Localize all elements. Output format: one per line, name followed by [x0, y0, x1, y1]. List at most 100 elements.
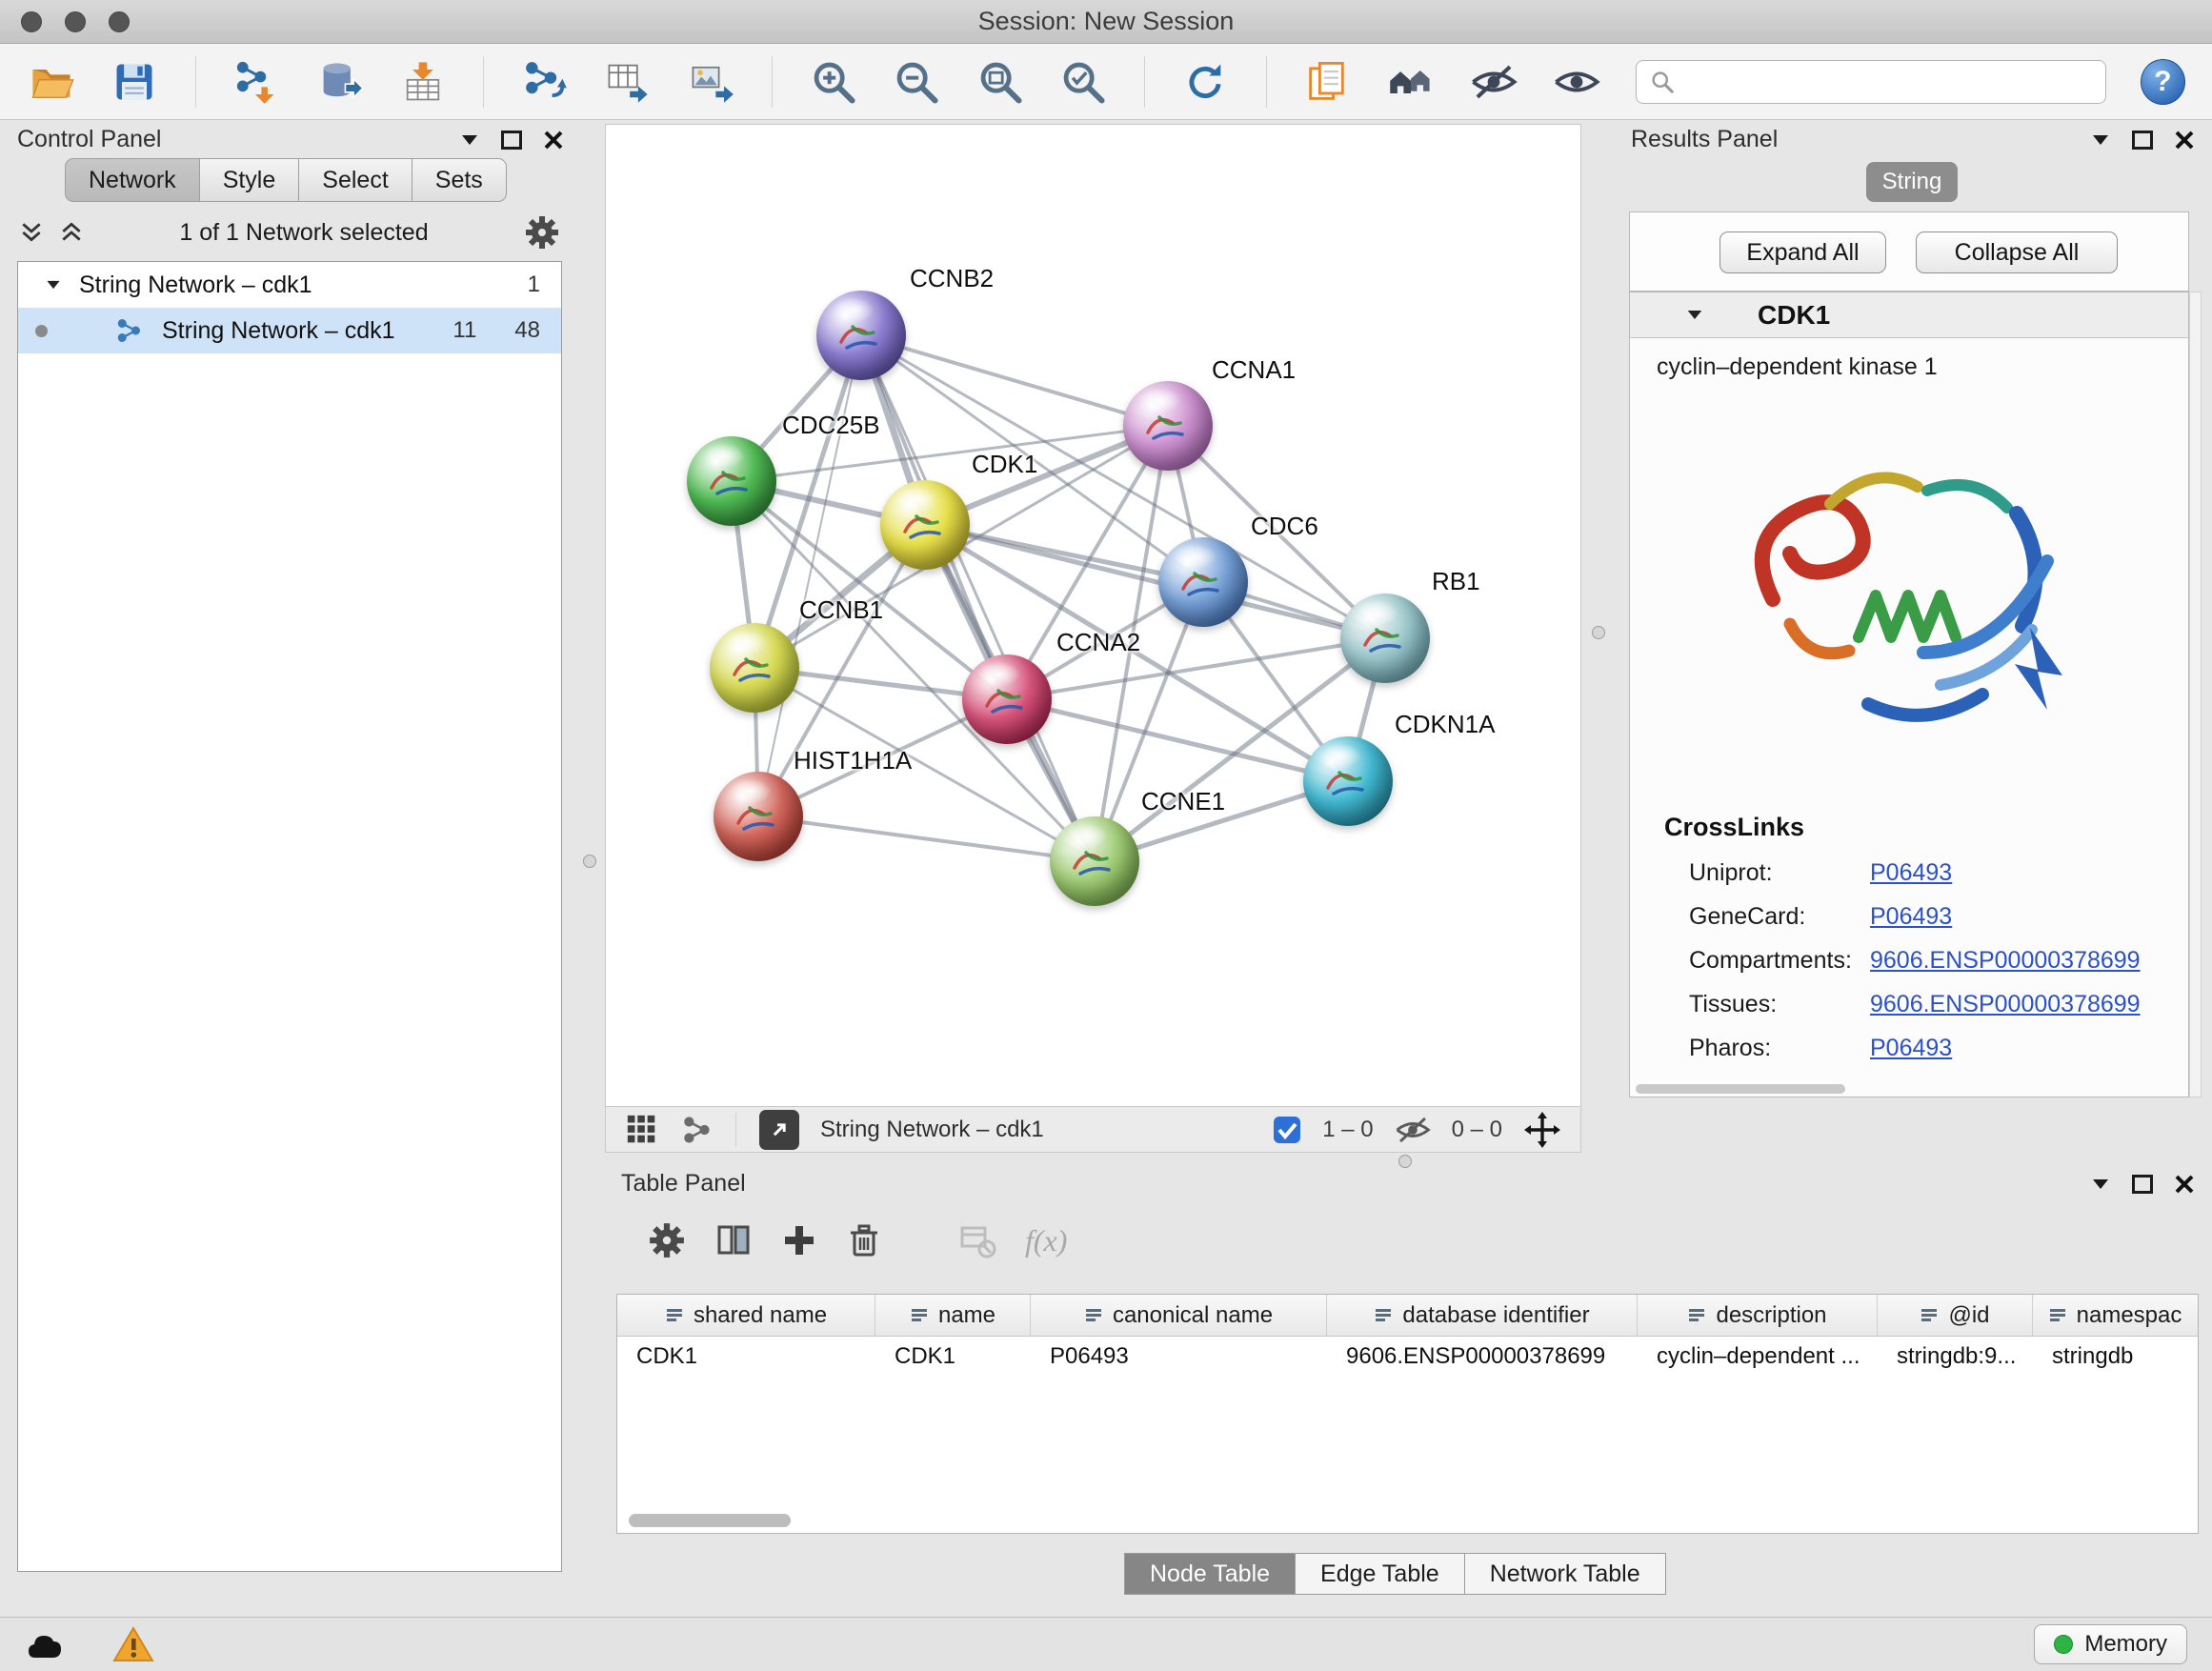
table-cell[interactable]: stringdb [2033, 1337, 2197, 1377]
import-network-file-button[interactable] [232, 57, 281, 107]
collapse-arrow-icon[interactable] [45, 278, 62, 292]
table-row[interactable]: CDK1 CDK1 P06493 9606.ENSP00000378699 cy… [617, 1337, 2198, 1377]
network-node-rb1[interactable] [1340, 594, 1430, 683]
import-table-button[interactable] [398, 57, 447, 107]
chevrons-down-icon[interactable] [19, 220, 44, 245]
column-header-database-identifier[interactable]: database identifier [1327, 1295, 1638, 1336]
network-node-cdc6[interactable] [1158, 537, 1248, 627]
tab-string[interactable]: String [1866, 162, 1958, 202]
network-from-table-button[interactable] [604, 57, 653, 107]
window-zoom-button[interactable] [109, 11, 130, 32]
collapse-panel-icon[interactable] [2090, 132, 2111, 148]
float-panel-icon[interactable] [2132, 1175, 2153, 1194]
network-node-cdkn1a[interactable] [1303, 736, 1393, 826]
chevrons-up-icon[interactable] [59, 220, 84, 245]
close-panel-icon[interactable] [2174, 130, 2195, 151]
network-row[interactable]: String Network – cdk1 11 48 [18, 308, 561, 353]
zoom-selected-button[interactable] [1058, 57, 1107, 107]
column-header-description[interactable]: description [1638, 1295, 1878, 1336]
search-input[interactable] [1684, 69, 2092, 95]
save-session-button[interactable] [110, 57, 158, 107]
collapse-panel-icon[interactable] [2090, 1177, 2111, 1192]
float-panel-icon[interactable] [501, 131, 522, 150]
pan-move-icon[interactable] [1523, 1111, 1561, 1149]
network-node-ccnb2[interactable] [816, 291, 906, 380]
horizontal-scrollbar[interactable] [629, 1514, 791, 1527]
collapse-arrow-icon[interactable] [1685, 308, 1704, 322]
column-header-id[interactable]: @id [1878, 1295, 2033, 1336]
hide-glass-button[interactable] [1469, 57, 1518, 107]
table-cell[interactable]: CDK1 [875, 1337, 1031, 1377]
cloud-icon[interactable] [25, 1627, 70, 1661]
column-header-namespace[interactable]: namespac [2033, 1295, 2197, 1336]
tab-node-table[interactable]: Node Table [1124, 1553, 1296, 1595]
column-header-canonical-name[interactable]: canonical name [1031, 1295, 1327, 1336]
tab-select[interactable]: Select [299, 158, 412, 202]
network-node-cdk1[interactable] [880, 480, 970, 570]
toggle-columns-icon[interactable] [714, 1221, 753, 1259]
string-home-button[interactable] [1386, 57, 1435, 107]
document-copy-button[interactable] [1303, 57, 1352, 107]
collapse-panel-icon[interactable] [459, 132, 480, 148]
splitter-handle[interactable] [583, 855, 596, 868]
network-collection-row[interactable]: String Network – cdk1 1 [18, 262, 561, 308]
column-header-shared-name[interactable]: shared name [617, 1295, 875, 1336]
network-node-hist1h1a[interactable] [714, 772, 803, 861]
network-node-cdc25b[interactable] [687, 436, 776, 526]
network-node-ccne1[interactable] [1050, 816, 1139, 906]
window-minimize-button[interactable] [65, 11, 86, 32]
splitter-handle[interactable] [1592, 626, 1605, 639]
warning-icon[interactable] [112, 1625, 154, 1663]
zoom-out-button[interactable] [893, 57, 941, 107]
crosslink-link[interactable]: 9606.ENSP00000378699 [1870, 947, 2141, 975]
help-button[interactable]: ? [2141, 59, 2185, 105]
window-close-button[interactable] [21, 11, 42, 32]
zoom-in-button[interactable] [809, 57, 857, 107]
network-node-ccnb1[interactable] [710, 623, 799, 713]
zoom-fit-button[interactable] [975, 57, 1024, 107]
gear-icon[interactable] [524, 214, 560, 251]
table-cell[interactable]: stringdb:9... [1878, 1337, 2033, 1377]
network-node-ccna2[interactable] [962, 654, 1052, 744]
tab-network-table[interactable]: Network Table [1465, 1553, 1666, 1595]
birdseye-grid-icon[interactable] [625, 1113, 659, 1147]
vertical-scrollbar[interactable] [2189, 292, 2202, 1097]
open-full-view-button[interactable] [759, 1110, 799, 1150]
crosslink-link[interactable]: P06493 [1870, 1035, 1952, 1062]
crosslink-link[interactable]: P06493 [1870, 903, 1952, 931]
add-column-plus-icon[interactable] [781, 1222, 817, 1258]
crosslink-link[interactable]: P06493 [1870, 859, 1952, 887]
memory-button[interactable]: Memory [2034, 1624, 2187, 1664]
new-network-button[interactable] [520, 57, 569, 107]
collapse-all-button[interactable]: Collapse All [1916, 232, 2118, 273]
tab-style[interactable]: Style [200, 158, 300, 202]
table-settings-gear-icon[interactable] [648, 1221, 686, 1259]
network-share-icon[interactable] [680, 1114, 713, 1146]
selected-checkbox-icon[interactable] [1273, 1116, 1301, 1144]
tab-sets[interactable]: Sets [412, 158, 507, 202]
table-cell[interactable]: 9606.ENSP00000378699 [1327, 1337, 1638, 1377]
tab-edge-table[interactable]: Edge Table [1296, 1553, 1465, 1595]
column-header-name[interactable]: name [875, 1295, 1031, 1336]
horizontal-scrollbar[interactable] [1636, 1084, 1845, 1094]
close-panel-icon[interactable] [2174, 1174, 2195, 1195]
table-cell[interactable]: cyclin–dependent ... [1638, 1337, 1878, 1377]
hidden-eye-slash-icon[interactable] [1395, 1117, 1431, 1143]
protein-section-header[interactable]: CDK1 [1630, 292, 2188, 338]
apply-layout-button[interactable] [1181, 57, 1230, 107]
import-network-database-button[interactable] [315, 57, 364, 107]
expand-all-button[interactable]: Expand All [1719, 232, 1886, 273]
table-cell[interactable]: CDK1 [617, 1337, 875, 1377]
network-view[interactable]: CCNB2CCNA1CDC25BCDK1CDC6RB1CCNB1CCNA2CDK… [605, 124, 1581, 1107]
delete-trash-icon[interactable] [846, 1221, 882, 1259]
open-session-button[interactable] [27, 57, 75, 107]
tab-network[interactable]: Network [65, 158, 200, 202]
export-image-button[interactable] [687, 57, 735, 107]
show-glass-button[interactable] [1553, 57, 1601, 107]
network-node-ccna1[interactable] [1123, 381, 1213, 471]
table-cell[interactable]: P06493 [1031, 1337, 1327, 1377]
crosslink-link[interactable]: 9606.ENSP00000378699 [1870, 991, 2141, 1018]
search-box[interactable] [1636, 60, 2106, 104]
close-panel-icon[interactable] [543, 130, 564, 151]
float-panel-icon[interactable] [2132, 131, 2153, 150]
